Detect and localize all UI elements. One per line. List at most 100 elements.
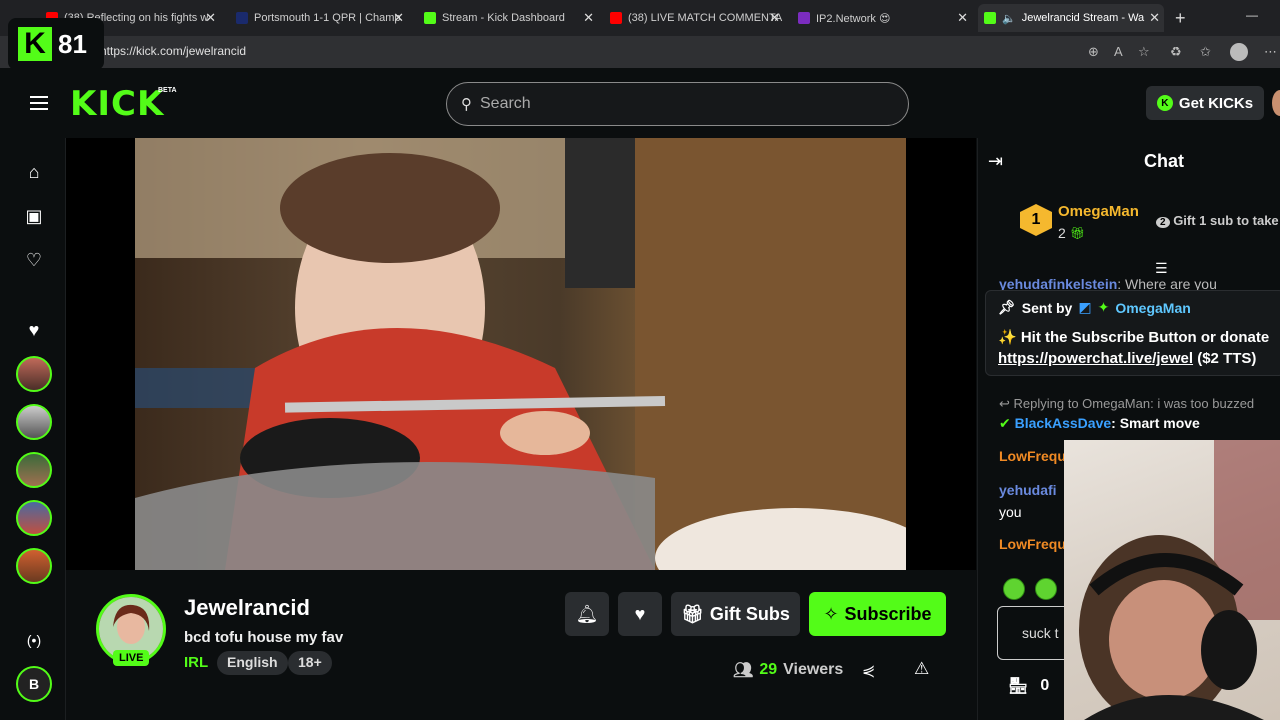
following-icon[interactable]: ♡ [22,248,46,272]
chat-message: yehudafi [999,482,1057,498]
extensions-icon[interactable]: ♻ [1170,44,1182,60]
gift-icon: 🎁︎ [1069,226,1086,240]
stream-video-frame[interactable] [135,138,906,570]
followed-channel-avatar[interactable] [16,548,52,584]
close-icon[interactable]: ✕ [583,10,594,26]
gift-subs-label: Gift Subs [709,603,790,624]
home-icon[interactable]: ⌂ [22,160,46,184]
close-icon[interactable]: ✕ [205,10,216,26]
top-gifter-count: 2 🎁︎ [1058,225,1085,241]
gift-prompt[interactable]: 2 Gift 1 sub to take [1156,213,1279,228]
tab-live-match[interactable]: (38) LIVE MATCH COMMENTA ✕ [604,4,784,32]
gift-icon: 🎁︎ [681,603,704,624]
search-input[interactable] [480,95,860,113]
reply-context: ↩ Replying to OmegaMan: i was too buzzed [999,396,1254,412]
kick-logo-icon: K [18,27,52,61]
zoom-icon[interactable]: ⊕ [1088,44,1099,60]
chat-message: LowFrequ [999,536,1066,552]
tag-mature[interactable]: 18+ [288,651,332,675]
read-aloud-icon[interactable]: A [1114,44,1123,59]
verified-badge-icon: ✔ [999,415,1011,431]
chat-username[interactable]: LowFrequ [999,536,1066,552]
tab-label: (38) LIVE MATCH COMMENTA [628,12,783,24]
report-warning-icon[interactable]: ⚠ [914,659,929,679]
get-kicks-button[interactable]: K Get KICKs [1146,86,1264,120]
webcam-scene [1079,440,1280,720]
top-gifter-name[interactable]: OmegaMan [1058,203,1139,220]
channel-name[interactable]: Jewelrancid [184,595,310,621]
viewers-number: 29 [759,661,778,678]
chat-message-continuation: you [999,504,1022,520]
chat-text: : Smart move [1111,415,1200,431]
notification-bell-button[interactable]: 🔔︎ [565,592,609,636]
tab-jewelrancid[interactable]: 🔈 Jewelrancid Stream - Wa ✕ [978,4,1164,32]
ip2-icon [798,12,810,24]
chat-username[interactable]: LowFrequ [999,448,1066,464]
profile-icon[interactable] [1230,43,1248,61]
search-bar[interactable]: ⚲ [446,82,909,126]
collapse-chat-icon[interactable]: ⇥ [988,151,1003,172]
favorite-star-icon[interactable]: ☆ [1138,44,1150,60]
points-store[interactable]: 🏪︎ 0 [1008,676,1049,696]
tab-kick-dashboard[interactable]: Stream - Kick Dashboard ✕ [418,4,598,32]
webcam-overlay [1064,440,1280,720]
favorites-icon[interactable]: ✩ [1200,44,1211,60]
new-tab-button[interactable]: + [1175,8,1186,29]
beta-label: BETA [158,87,177,94]
reply-text: Replying to OmegaMan: i was too buzzed [1013,396,1255,411]
share-icon[interactable]: ⋞ [862,661,875,681]
followed-channel-avatar[interactable] [16,500,52,536]
pinned-link-line: https://powerchat.live/jewel ($2 TTS) [998,350,1256,367]
chat-username[interactable]: yehudafi [999,482,1057,498]
close-icon[interactable]: ✕ [769,10,780,26]
pin-toggle-icon[interactable]: ☰ [1155,260,1168,277]
pinned-sent-by: 📌︎ Sent by ◩ ✦ OmegaMan [998,299,1191,316]
tag-language[interactable]: English [217,651,288,675]
pin-icon: 📌︎ [998,299,1016,315]
emote-icon[interactable] [1035,578,1057,600]
search-icon: ⚲ [461,96,472,113]
emote-icon[interactable] [1003,578,1025,600]
pinned-link[interactable]: https://powerchat.live/jewel [998,350,1193,367]
kick-logo[interactable]: KICK [70,84,164,124]
users-icon: 👥︎ [733,662,754,679]
subscribe-label: Subscribe [844,603,932,624]
chat-title: Chat [1144,151,1184,171]
category-link[interactable]: IRL [184,654,208,671]
chat-username[interactable]: BlackAssDave [1015,415,1112,431]
speaker-icon: 🔈 [1002,12,1016,25]
menu-icon[interactable] [30,96,48,110]
viewers-label: Viewers [783,661,844,678]
tab-label: Jewelrancid Stream - Wa [1021,12,1145,24]
stream-scene [135,138,906,570]
minimize-button[interactable]: — [1246,8,1258,22]
youtube-icon [610,12,622,24]
close-icon[interactable]: ✕ [1149,10,1160,26]
browse-icon[interactable]: ▣ [22,204,46,228]
kick-counter-overlay: K 81 [8,18,104,70]
reply-icon: ↩ [999,396,1010,411]
close-icon[interactable]: ✕ [957,10,968,26]
stream-title: bcd tofu house my fav [184,629,344,646]
site-icon [236,12,248,24]
more-icon[interactable]: ⋯ [1264,44,1277,60]
gift-prompt-label: Gift 1 sub to take [1173,213,1279,228]
followed-channel-avatar[interactable] [16,356,52,392]
pinned-sender[interactable]: OmegaMan [1115,300,1190,316]
follow-button[interactable]: ♥ [618,592,662,636]
followed-channel-avatar[interactable] [16,452,52,488]
kick-icon [424,12,436,24]
gift-subs-button[interactable]: 🎁︎ Gift Subs [671,592,800,636]
bell-icon: 🔔︎ [575,603,599,624]
gift-count: 2 [1058,225,1066,241]
followed-heart-icon: ♥ [28,319,40,340]
url-text[interactable]: https://kick.com/jewelrancid [100,44,246,58]
close-icon[interactable]: ✕ [393,10,404,26]
followed-channel-avatar[interactable] [16,404,52,440]
sparkle-badge-icon: ✦ [1097,299,1110,315]
recommended-channel-avatar[interactable]: B [16,666,52,702]
tab-ip2[interactable]: IP2.Network 😍 ✕ [792,4,972,32]
kick-coin-icon: K [1156,95,1173,111]
subscribe-button[interactable]: ✧ Subscribe [809,592,946,636]
tab-portsmouth[interactable]: Portsmouth 1-1 QPR | Champ ✕ [230,4,408,32]
